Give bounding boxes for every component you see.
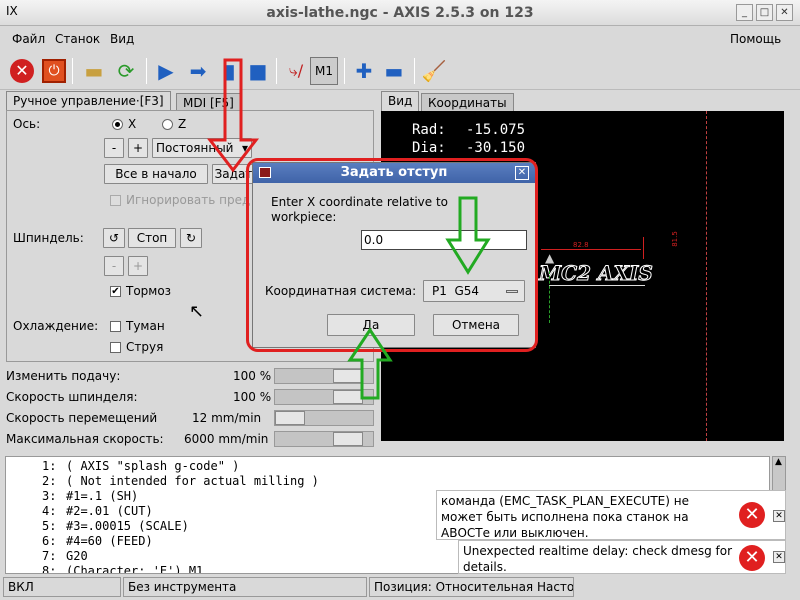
red-arrow-icon	[206, 58, 260, 173]
green-arrow-up-icon	[347, 327, 393, 400]
green-arrow-shape	[347, 327, 393, 400]
green-arrow-down-icon	[445, 196, 491, 275]
red-arrow-shape	[206, 58, 260, 173]
green-arrow-shape	[445, 196, 491, 275]
annotation-arrows	[206, 58, 491, 400]
